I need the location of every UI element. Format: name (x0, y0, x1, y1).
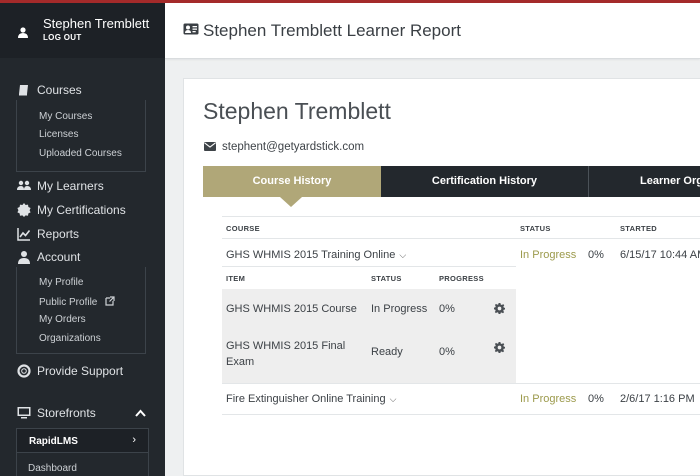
sidebar-item-label: Provide Support (37, 364, 124, 378)
certificate-icon (17, 203, 31, 217)
sidebar-subitem-my-courses[interactable]: My Courses (39, 111, 92, 122)
sidebar-item-my-learners[interactable]: My Learners (0, 176, 165, 196)
book-icon (19, 85, 28, 96)
started-date: 2/6/17 1:16 PM (620, 393, 695, 405)
sidebar-item-my-certifications[interactable]: My Certifications (0, 200, 165, 220)
nested-header-status: STATUS (371, 274, 402, 283)
nested-header-item: ITEM (226, 274, 246, 283)
nested-top-line (222, 266, 516, 267)
sidebar-item-provide-support[interactable]: Provide Support (0, 361, 165, 381)
header-divider (222, 238, 700, 239)
col-header-course: COURSE (226, 224, 260, 233)
row-divider (222, 383, 700, 384)
tab-certification-history[interactable]: Certification History (381, 166, 588, 197)
nested-item-name-line: Exam (226, 356, 255, 368)
course-row-1[interactable]: GHS WHMIS 2015 Training Online ⌵ (226, 249, 406, 261)
started-date: 6/15/17 10:44 AM (620, 249, 700, 261)
learner-email[interactable]: stephent@getyardstick.com (222, 141, 364, 153)
col-header-started: STARTED (620, 224, 657, 233)
sidebar-subitem-my-orders[interactable]: My Orders (39, 314, 86, 325)
sidebar-item-label: Courses (37, 83, 82, 97)
sidebar-item-storefronts[interactable]: Storefronts (0, 403, 165, 427)
col-header-status: STATUS (520, 224, 551, 233)
sidebar-subitem-my-profile[interactable]: My Profile (39, 277, 83, 288)
progress-value: 0% (588, 249, 604, 261)
page-header: Stephen Tremblett Learner Report (165, 3, 700, 59)
logout-link[interactable]: LOG OUT (43, 33, 82, 42)
nested-item-status: In Progress (371, 303, 428, 315)
course-row-2[interactable]: Fire Extinguisher Online Training ⌵ (226, 393, 396, 405)
tab-course-history[interactable]: Course History (203, 166, 381, 197)
external-link-icon (105, 296, 115, 306)
storefront-selector[interactable]: RapidLMS › (16, 428, 149, 453)
nested-item-name-line: GHS WHMIS 2015 Final (226, 340, 346, 352)
sidebar-subitem-label: Public Profile (39, 297, 98, 308)
sidebar-subitem-licenses[interactable]: Licenses (39, 129, 78, 140)
sidebar-item-label: My Learners (37, 179, 104, 193)
users-icon (17, 180, 31, 190)
progress-value: 0% (588, 393, 604, 405)
nested-item-progress: 0% (439, 303, 455, 315)
line-chart-icon (17, 228, 31, 241)
monitor-icon (17, 407, 31, 419)
user-icon (18, 27, 28, 38)
chevron-down-icon: ⌵ (389, 394, 397, 404)
sidebar: Stephen Tremblett LOG OUT Courses My Cou… (0, 3, 165, 476)
sidebar-subitem-public-profile[interactable]: Public Profile (39, 296, 115, 308)
nested-header-progress: PROGRESS (439, 274, 484, 283)
user-icon (18, 251, 30, 264)
course-name: Fire Extinguisher Online Training (226, 393, 386, 405)
nested-item-status: Ready (371, 346, 403, 358)
chevron-right-icon: › (132, 434, 136, 446)
nested-item-name: GHS WHMIS 2015 Final Exam (226, 338, 345, 370)
course-name: GHS WHMIS 2015 Training Online (226, 249, 396, 261)
chevron-down-icon: ⌵ (399, 250, 407, 260)
sidebar-subitem-organizations[interactable]: Organizations (39, 333, 101, 344)
status-badge: In Progress (520, 393, 577, 405)
user-block: Stephen Tremblett LOG OUT (0, 3, 165, 58)
nested-item-progress: 0% (439, 346, 455, 358)
gear-icon[interactable] (494, 342, 505, 353)
status-badge: In Progress (520, 249, 577, 261)
sidebar-item-label: Reports (37, 227, 80, 241)
sidebar-item-label: Account (37, 250, 81, 264)
gear-icon[interactable] (494, 303, 505, 314)
storefront-submenu: Dashboard (16, 453, 149, 476)
user-name: Stephen Tremblett (43, 16, 150, 31)
id-card-icon (183, 23, 199, 35)
sidebar-subitem-uploaded-courses[interactable]: Uploaded Courses (39, 148, 122, 159)
active-tab-pointer (280, 197, 302, 207)
row-divider (222, 414, 700, 415)
storefront-selected: RapidLMS (29, 436, 78, 447)
life-ring-icon (17, 364, 31, 378)
chevron-up-icon (135, 409, 146, 417)
nested-item-name: GHS WHMIS 2015 Course (226, 303, 357, 315)
envelope-icon (204, 142, 216, 151)
report-tabs: Course History Certification History Lea… (203, 166, 700, 197)
sidebar-item-label: Storefronts (37, 406, 96, 420)
sidebar-item-courses[interactable]: Courses (0, 80, 165, 100)
page-title: Stephen Tremblett Learner Report (203, 21, 461, 40)
sidebar-subitem-dashboard[interactable]: Dashboard (28, 463, 77, 474)
tab-learner-org[interactable]: Learner Org (589, 166, 700, 197)
sidebar-item-reports[interactable]: Reports (0, 224, 165, 244)
sidebar-item-account[interactable]: Account (0, 247, 165, 267)
sidebar-item-label: My Certifications (37, 203, 126, 217)
table-top-line (222, 216, 700, 217)
learner-name: Stephen Tremblett (203, 98, 391, 124)
